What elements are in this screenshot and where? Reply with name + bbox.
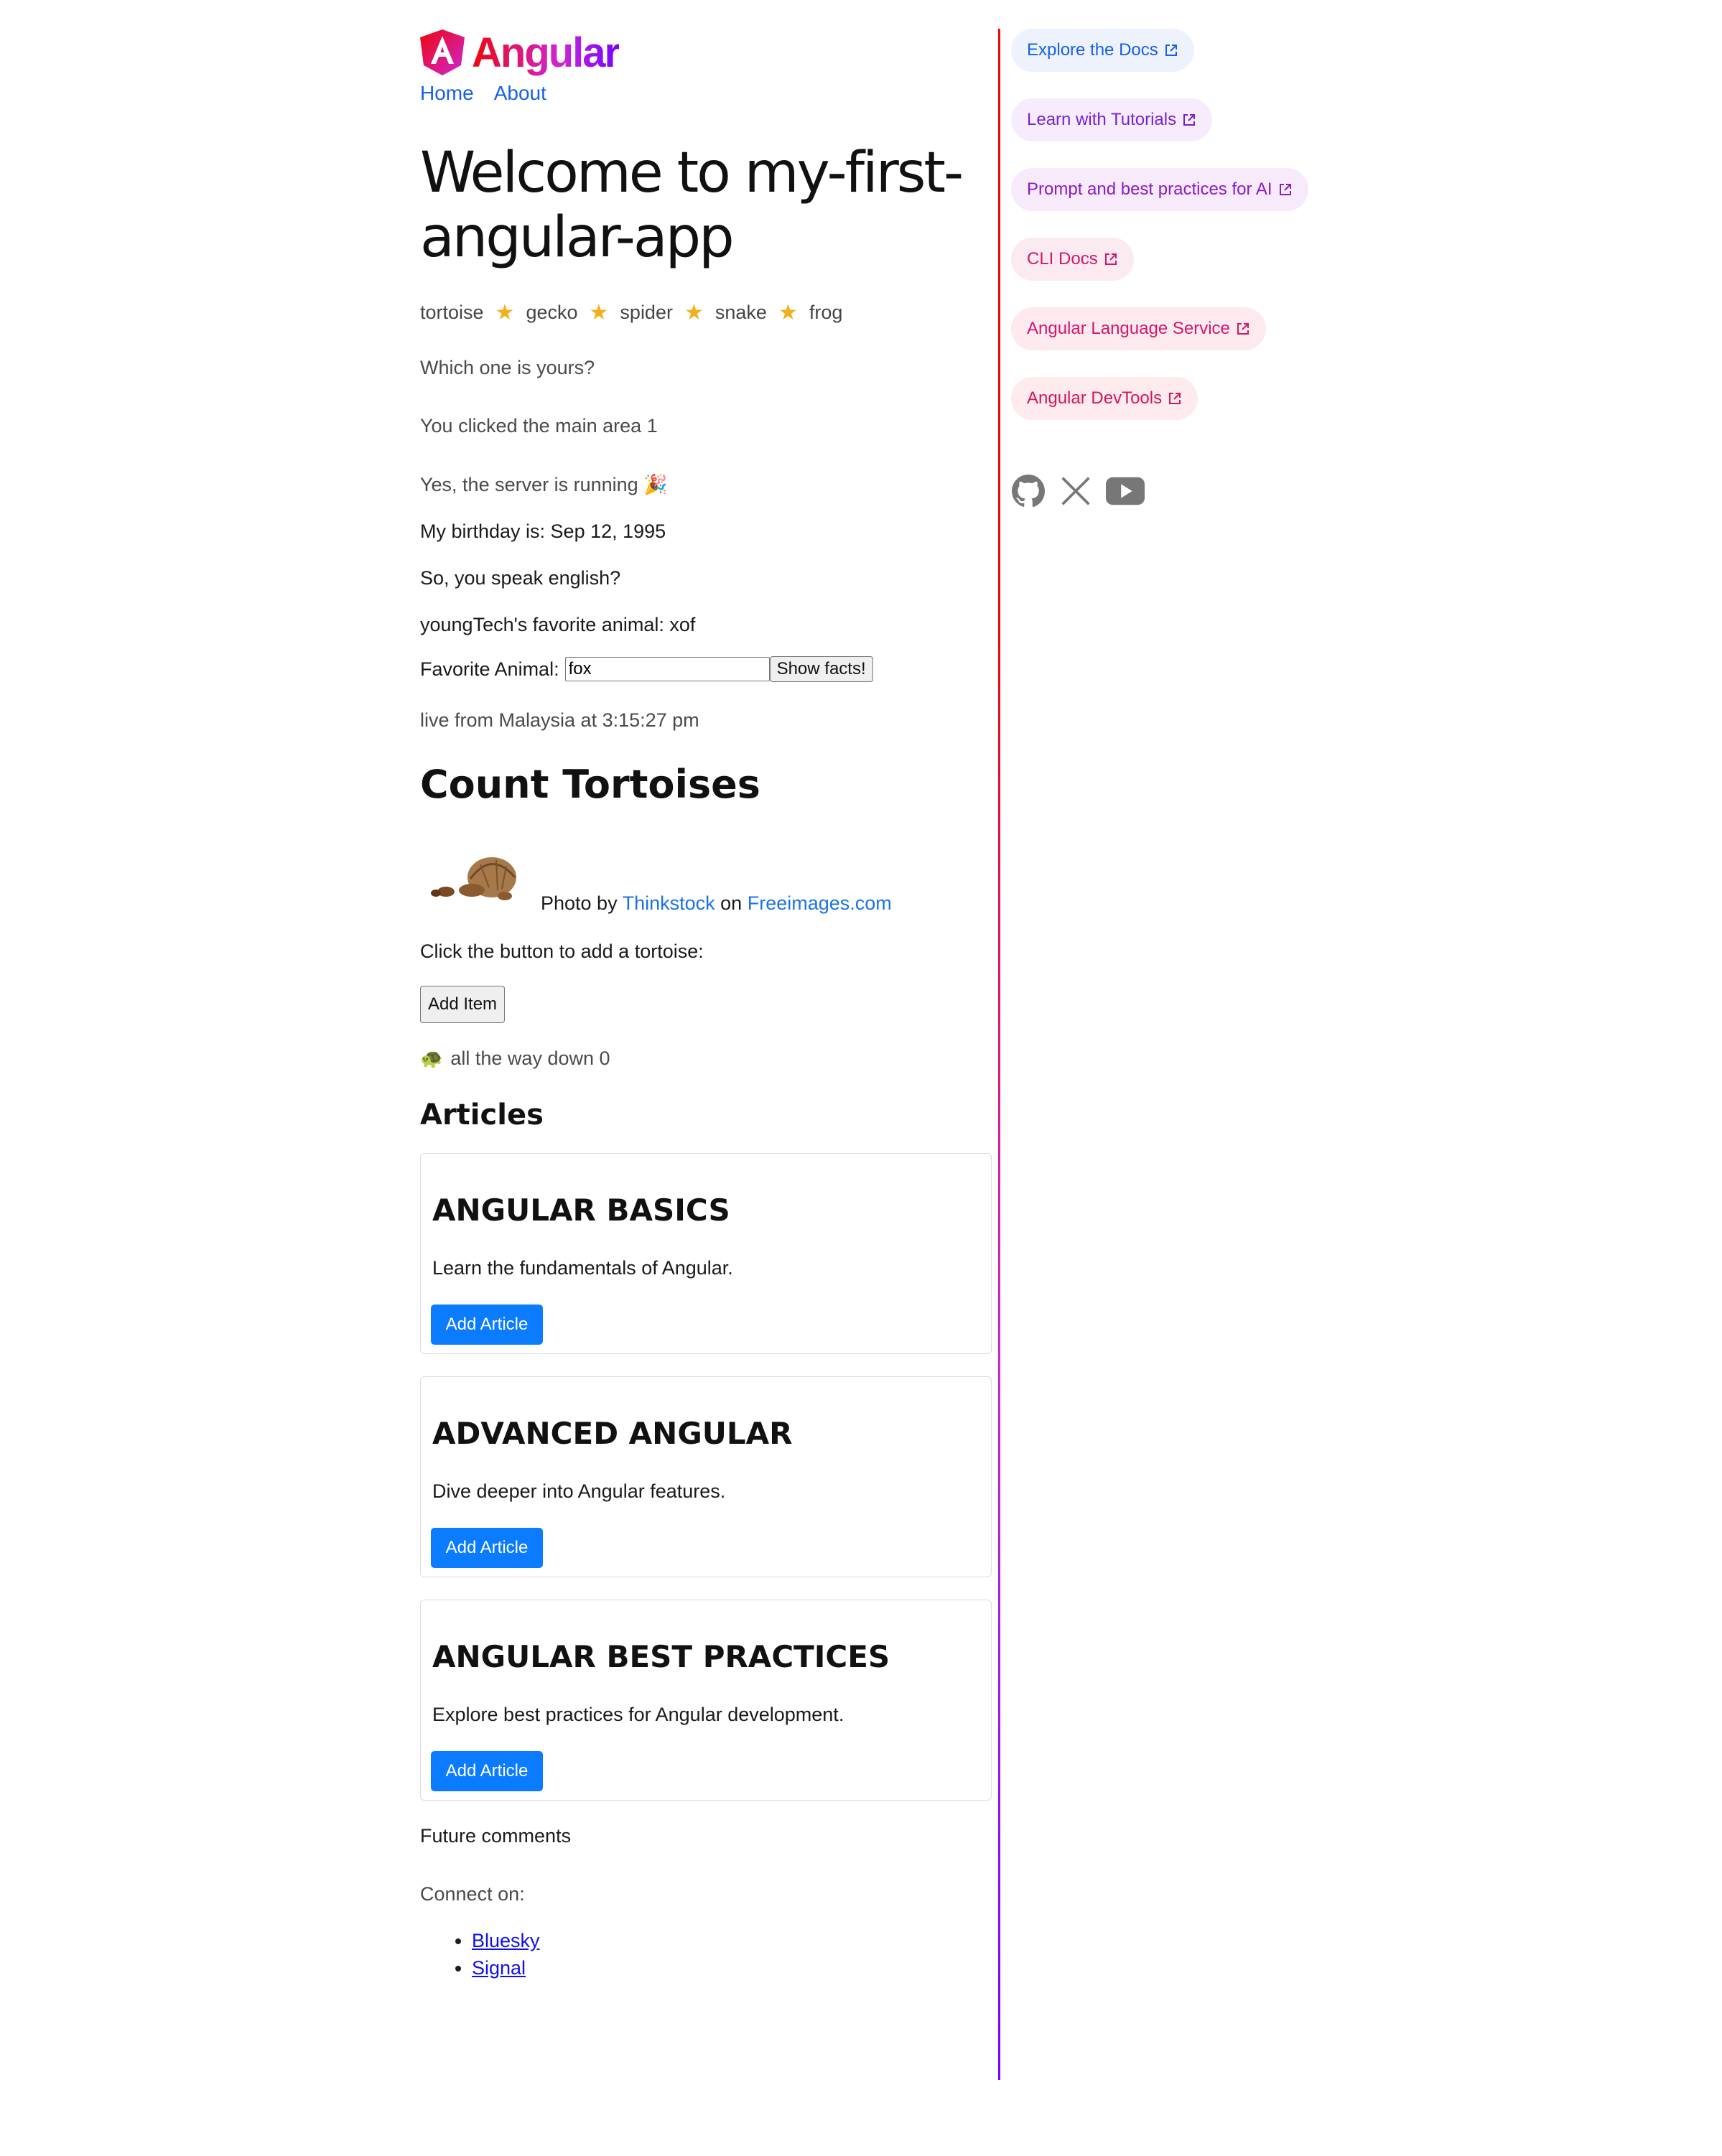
add-article-button[interactable]: Add Article <box>431 1528 543 1568</box>
animal-item: spider <box>620 302 673 323</box>
article-card: ANGULAR BASICS Learn the fundamentals of… <box>420 1153 992 1354</box>
pill-label: Angular Language Service <box>1027 319 1230 338</box>
future-comments-text: Future comments <box>420 1825 572 1847</box>
favorite-animal-label: Favorite Animal: <box>420 658 559 680</box>
turtle-icon: 🐢 <box>420 1047 444 1069</box>
articles-heading: Articles <box>420 1098 544 1131</box>
page-title: Welcome to my-first-angular-app <box>420 141 964 270</box>
server-status: Yes, the server is running 🎉 <box>420 474 668 495</box>
star-icon: ★ <box>495 301 515 325</box>
bluesky-link[interactable]: Bluesky <box>472 1930 540 1951</box>
add-article-button[interactable]: Add Article <box>431 1751 543 1791</box>
animal-item: gecko <box>526 302 578 323</box>
pill-row: Angular Language Service <box>1011 307 1442 377</box>
favorite-animal-input[interactable] <box>564 657 770 681</box>
all-the-way-down-text: all the way down 0 <box>450 1047 610 1069</box>
favorite-animal-row: Favorite Animal: Show facts! <box>420 656 995 682</box>
resource-link-pill[interactable]: CLI Docs <box>1011 238 1134 281</box>
article-title: ANGULAR BASICS <box>432 1193 730 1228</box>
article-desc: Explore best practices for Angular devel… <box>432 1704 844 1725</box>
birthday-text: My birthday is: Sep 12, 1995 <box>420 521 666 542</box>
top-nav: Home About <box>420 82 995 105</box>
logo-text: Angular <box>472 29 620 76</box>
add-article-button[interactable]: Add Article <box>431 1305 543 1345</box>
external-link-icon <box>1237 323 1249 335</box>
star-icon: ★ <box>589 301 609 325</box>
pill-row: CLI Docs <box>1011 238 1442 307</box>
resource-link-pill[interactable]: Angular DevTools <box>1011 377 1199 420</box>
pill-row: Prompt and best practices for AI <box>1011 168 1442 238</box>
list-item: Signal <box>472 1954 995 1982</box>
article-title: ADVANCED ANGULAR <box>432 1416 793 1451</box>
main-content: Angular Home About Welcome to my-first-a… <box>420 27 995 1982</box>
external-link-icon <box>1183 114 1196 126</box>
social-links <box>1011 474 1442 508</box>
star-icon: ★ <box>778 301 798 325</box>
connect-links: Bluesky Signal <box>420 1927 995 1982</box>
resource-link-pill[interactable]: Angular Language Service <box>1011 307 1266 350</box>
animal-item: snake <box>715 302 767 323</box>
photographer-link[interactable]: Thinkstock <box>623 892 715 914</box>
tortoise-photo-row: Photo by Thinkstock on Freeimages.com <box>420 843 995 915</box>
angular-logo-icon <box>420 29 465 75</box>
add-prompt-text: Click the button to add a tortoise: <box>420 941 704 962</box>
credit-prefix: Photo by <box>541 892 618 914</box>
nav-about-link[interactable]: About <box>494 82 546 105</box>
add-item-button[interactable]: Add Item <box>420 986 506 1023</box>
article-desc: Learn the fundamentals of Angular. <box>432 1257 733 1279</box>
animal-item: tortoise <box>420 302 484 323</box>
animal-list: tortoise ★ gecko ★ spider ★ snake ★ frog <box>420 300 995 325</box>
pill-row: Angular DevTools <box>1011 377 1442 447</box>
resource-sidebar: Explore the Docs Learn with Tutorials Prom… <box>1011 29 1442 508</box>
external-link-icon <box>1165 45 1177 56</box>
pill-label: Explore the Docs <box>1027 40 1158 60</box>
youtube-icon[interactable] <box>1106 476 1145 506</box>
show-facts-button[interactable]: Show facts! <box>769 656 873 682</box>
nav-home-link[interactable]: Home <box>420 82 474 105</box>
question-text: Which one is yours? <box>420 357 595 378</box>
pill-list: Explore the Docs Learn with Tutorials Prom… <box>1011 29 1442 447</box>
pill-label: Angular DevTools <box>1027 388 1163 408</box>
external-link-icon <box>1104 253 1117 265</box>
list-item: Bluesky <box>472 1927 995 1954</box>
pill-row: Explore the Docs <box>1011 29 1442 98</box>
connect-text: Connect on: <box>420 1883 525 1905</box>
logo[interactable]: Angular <box>420 27 995 78</box>
signal-link[interactable]: Signal <box>472 1957 526 1979</box>
article-desc: Dive deeper into Angular features. <box>432 1480 726 1502</box>
live-time-text: live from Malaysia at 3:15:27 pm <box>420 709 699 731</box>
favorite-animal-text: youngTech's favorite animal: xof <box>420 614 696 635</box>
external-link-icon <box>1279 184 1291 195</box>
tortoise-photo <box>431 857 516 900</box>
freeimages-link[interactable]: Freeimages.com <box>748 892 892 914</box>
pill-label: Learn with Tutorials <box>1027 110 1177 129</box>
credit-middle: on <box>720 892 743 914</box>
article-card: ADVANCED ANGULAR Dive deeper into Angula… <box>420 1376 992 1577</box>
x-icon[interactable] <box>1060 475 1092 507</box>
article-card: ANGULAR BEST PRACTICES Explore best prac… <box>420 1600 992 1801</box>
photo-credit: Photo by Thinkstock on Freeimages.com <box>541 892 892 915</box>
language-text: So, you speak english? <box>420 567 621 589</box>
pill-label: CLI Docs <box>1027 249 1098 269</box>
count-tortoises-heading: Count Tortoises <box>420 762 760 807</box>
pill-label: Prompt and best practices for AI <box>1027 179 1272 199</box>
animal-item: frog <box>809 302 843 323</box>
pill-row: Learn with Tutorials <box>1011 98 1442 168</box>
github-icon[interactable] <box>1011 474 1046 508</box>
external-link-icon <box>1169 393 1181 404</box>
gradient-divider <box>998 29 1000 2080</box>
star-icon: ★ <box>684 301 704 325</box>
resource-link-pill[interactable]: Prompt and best practices for AI <box>1011 168 1308 211</box>
resource-link-pill[interactable]: Explore the Docs <box>1011 29 1194 72</box>
resource-link-pill[interactable]: Learn with Tutorials <box>1011 98 1213 141</box>
clicked-text[interactable]: You clicked the main area 1 <box>420 415 995 437</box>
turtle-row: 🐢 all the way down 0 <box>420 1047 995 1070</box>
article-title: ANGULAR BEST PRACTICES <box>432 1639 890 1674</box>
